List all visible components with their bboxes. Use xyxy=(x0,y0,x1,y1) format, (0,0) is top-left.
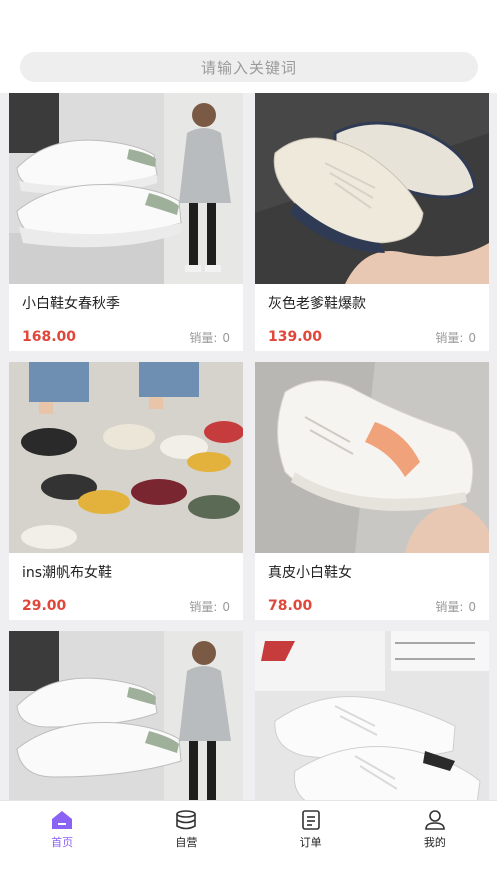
sales-count: 0 xyxy=(468,331,476,345)
product-card[interactable]: ins潮帆布女鞋 29.00 销量: 0 xyxy=(9,362,243,620)
product-image xyxy=(255,362,489,553)
product-price: 29.00 xyxy=(22,598,67,614)
product-price: 78.00 xyxy=(268,598,313,614)
product-title: 真皮小白鞋女 xyxy=(268,565,352,581)
product-sales: 销量: 0 xyxy=(189,598,230,615)
product-image xyxy=(255,93,489,284)
product-title: 灰色老爹鞋爆款 xyxy=(268,296,366,312)
sales-count: 0 xyxy=(222,331,230,345)
product-image xyxy=(9,362,243,553)
top-bar: 请输入关键词 xyxy=(0,0,497,93)
tab-label: 自营 xyxy=(175,836,198,849)
product-sales: 销量: 0 xyxy=(435,598,476,615)
sales-label: 销量: xyxy=(189,600,218,614)
home-icon xyxy=(52,811,73,829)
product-card[interactable] xyxy=(255,631,489,800)
product-image xyxy=(255,631,489,800)
tab-profile[interactable]: 我的 xyxy=(373,801,497,883)
sales-label: 销量: xyxy=(189,331,218,345)
tab-label: 首页 xyxy=(51,836,74,849)
tab-label: 订单 xyxy=(299,836,322,849)
user-icon xyxy=(425,810,445,830)
sales-label: 销量: xyxy=(435,600,464,614)
search-input[interactable]: 请输入关键词 xyxy=(20,52,478,82)
product-price: 168.00 xyxy=(22,329,77,345)
product-grid: 小白鞋女春秋季 168.00 销量: 0 灰色老爹鞋爆款 139.00 销量: 0 xyxy=(0,93,497,800)
product-sales: 销量: 0 xyxy=(189,329,230,346)
product-card[interactable]: 小白鞋女春秋季 168.00 销量: 0 xyxy=(9,93,243,351)
product-title: ins潮帆布女鞋 xyxy=(22,565,113,581)
product-sales: 销量: 0 xyxy=(435,329,476,346)
tab-home[interactable]: 首页 xyxy=(0,801,124,883)
product-price: 139.00 xyxy=(268,329,323,345)
product-card[interactable]: 灰色老爹鞋爆款 139.00 销量: 0 xyxy=(255,93,489,351)
product-title: 小白鞋女春秋季 xyxy=(22,296,120,312)
database-icon xyxy=(176,810,197,830)
sales-count: 0 xyxy=(468,600,476,614)
product-card[interactable] xyxy=(9,631,243,800)
tab-orders[interactable]: 订单 xyxy=(249,801,373,883)
tab-self-operated[interactable]: 自营 xyxy=(124,801,248,883)
product-card[interactable]: 真皮小白鞋女 78.00 销量: 0 xyxy=(255,362,489,620)
search-placeholder: 请输入关键词 xyxy=(200,58,297,77)
sales-label: 销量: xyxy=(435,331,464,345)
sales-count: 0 xyxy=(222,600,230,614)
order-list-icon xyxy=(301,810,320,830)
product-image xyxy=(9,93,243,284)
product-image xyxy=(9,631,243,800)
bottom-tab-bar: 首页 自营 订单 我的 xyxy=(0,800,497,883)
tab-label: 我的 xyxy=(423,836,446,849)
